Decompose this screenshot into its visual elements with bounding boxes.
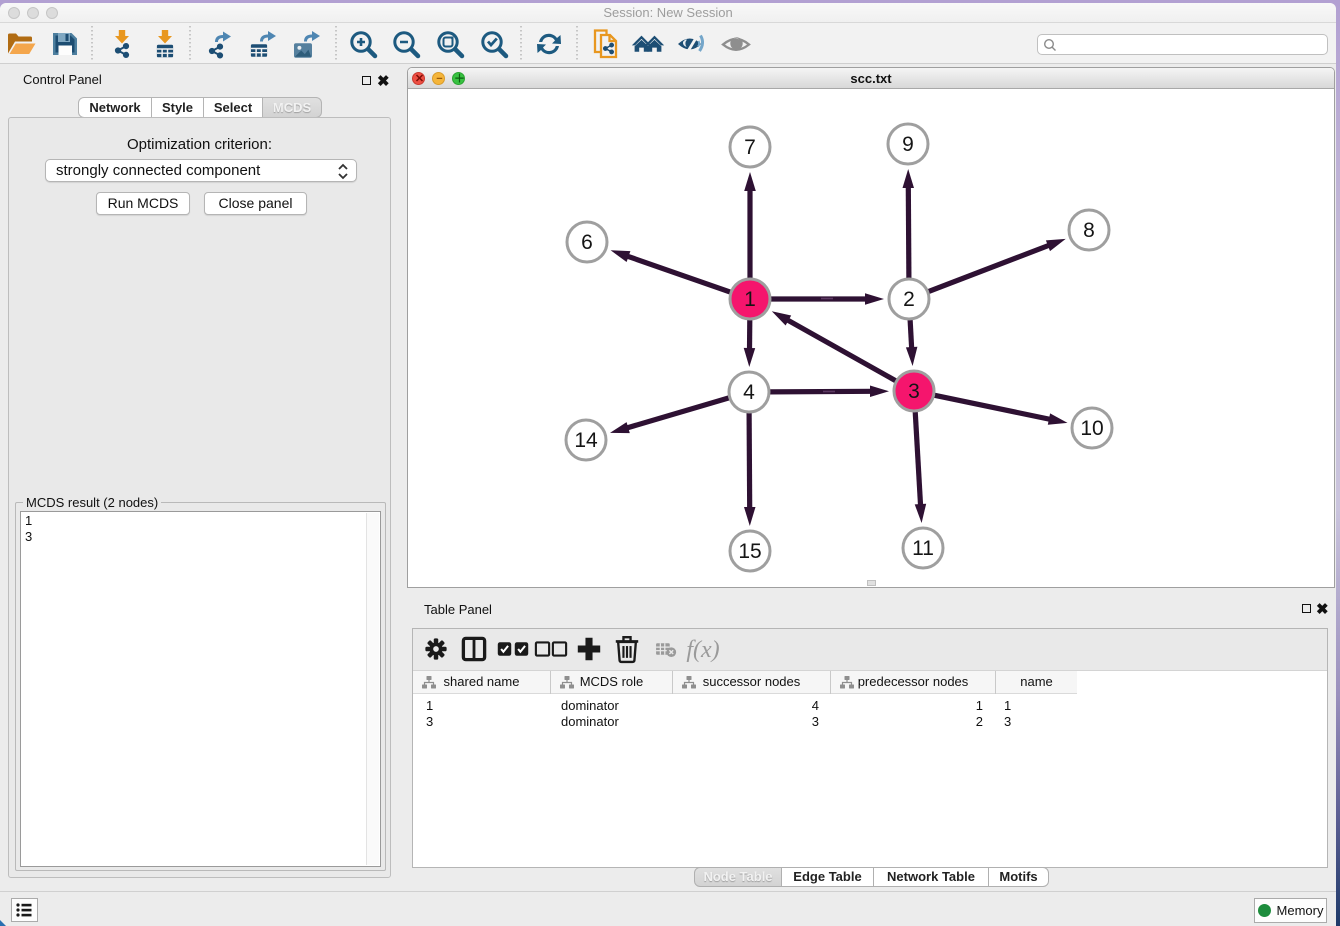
svg-text:8: 8 [1083,219,1095,242]
svg-text:10: 10 [1080,417,1103,440]
svg-text:11: 11 [912,537,934,560]
svg-text:14: 14 [574,429,598,452]
svg-text:1: 1 [744,288,756,311]
svg-text:7: 7 [744,136,756,159]
svg-text:15: 15 [738,540,761,563]
svg-text:3: 3 [908,380,920,403]
svg-text:9: 9 [902,133,914,156]
svg-text:4: 4 [743,381,755,404]
svg-text:f(x): f(x) [686,637,719,663]
svg-text:6: 6 [581,231,593,254]
svg-text:2: 2 [903,288,915,311]
